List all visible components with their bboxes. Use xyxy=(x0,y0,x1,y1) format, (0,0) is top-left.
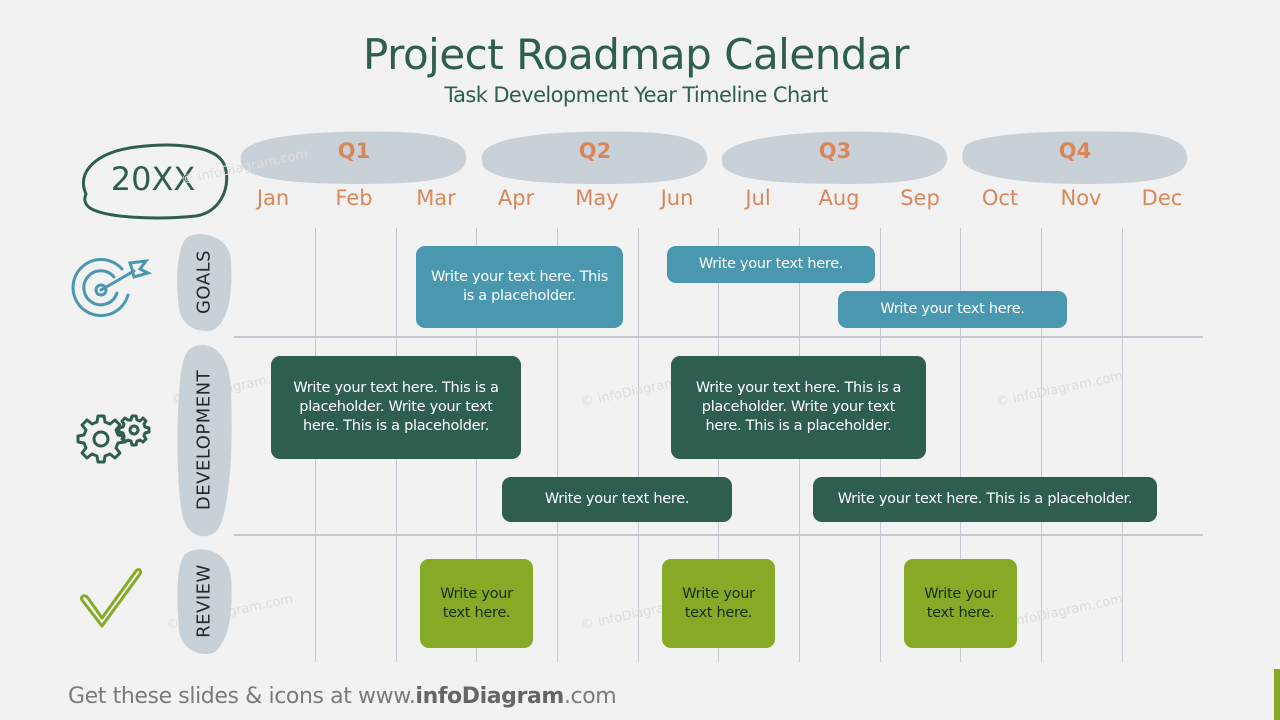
footer-suffix: .com xyxy=(563,684,617,709)
month-aug: Aug xyxy=(818,186,860,210)
row-label-text: GOALS xyxy=(193,249,215,315)
quarter-q4: Q4 xyxy=(961,130,1189,186)
accent-bar xyxy=(1274,669,1280,720)
development-task[interactable]: Write your text here. xyxy=(502,477,732,522)
task-text: Write your text here. This is a placehol… xyxy=(837,491,1133,507)
task-text: Write your text here. This is a placehol… xyxy=(695,380,902,434)
development-task[interactable]: Write your text here. This is a placehol… xyxy=(671,356,926,459)
task-text: Write your text here. xyxy=(440,585,513,621)
review-task[interactable]: Write your text here. xyxy=(662,559,775,648)
month-sep: Sep xyxy=(900,186,940,210)
review-task[interactable]: Write your text here. xyxy=(904,559,1017,648)
month-feb: Feb xyxy=(335,186,373,210)
goals-task[interactable]: Write your text here. xyxy=(667,246,875,283)
month-jan: Jan xyxy=(256,186,290,210)
task-text: Write your text here. xyxy=(682,585,755,621)
target-icon xyxy=(70,255,154,325)
row-label-text: DEVELOPMENT xyxy=(193,369,215,511)
development-task[interactable]: Write your text here. This is a placehol… xyxy=(813,477,1157,522)
task-text: Write your text here. xyxy=(880,301,1025,317)
task-text: Write your text here. This is a placehol… xyxy=(430,269,609,304)
task-text: Write your text here. xyxy=(698,256,844,272)
month-nov: Nov xyxy=(1060,186,1102,210)
row-label-review: REVIEW xyxy=(175,546,233,656)
month-may: May xyxy=(575,186,619,210)
review-task[interactable]: Write your text here. xyxy=(420,559,533,648)
page-subtitle: Task Development Year Timeline Chart xyxy=(444,83,828,107)
month-apr: Apr xyxy=(497,186,535,210)
footer-prefix: Get these slides & icons at www. xyxy=(68,684,416,709)
quarter-label: Q2 xyxy=(578,139,612,163)
task-text: Write your text here. This is a placehol… xyxy=(293,380,499,434)
task-text: Write your text here. xyxy=(544,491,690,507)
page-title: Project Roadmap Calendar xyxy=(363,30,909,79)
quarter-label: Q4 xyxy=(1058,139,1092,163)
quarter-q2: Q2 xyxy=(481,130,709,186)
checkmark-icon xyxy=(76,564,148,638)
gridline-vertical xyxy=(638,228,639,662)
month-dec: Dec xyxy=(1141,186,1183,210)
month-oct: Oct xyxy=(981,186,1019,210)
gridline-horizontal xyxy=(234,336,1203,338)
task-text: Write your text here. xyxy=(924,585,997,621)
gridline-horizontal xyxy=(234,534,1203,536)
month-jul: Jul xyxy=(745,186,771,210)
goals-task[interactable]: Write your text here. xyxy=(838,291,1067,328)
row-label-text: REVIEW xyxy=(193,564,215,638)
quarter-label: Q3 xyxy=(818,139,852,163)
gears-icon xyxy=(70,408,154,472)
month-jun: Jun xyxy=(660,186,694,210)
goals-task[interactable]: Write your text here. This is a placehol… xyxy=(416,246,623,328)
month-mar: Mar xyxy=(416,186,456,210)
row-label-development: DEVELOPMENT xyxy=(175,342,233,538)
quarter-q3: Q3 xyxy=(721,130,949,186)
watermark: © infoDiagram.com xyxy=(994,368,1125,411)
development-task[interactable]: Write your text here. This is a placehol… xyxy=(271,356,521,459)
row-label-goals: GOALS xyxy=(175,232,233,332)
footer-promo: Get these slides & icons at www.infoDiag… xyxy=(68,684,617,709)
footer-brand-link[interactable]: infoDiagram xyxy=(415,684,564,709)
